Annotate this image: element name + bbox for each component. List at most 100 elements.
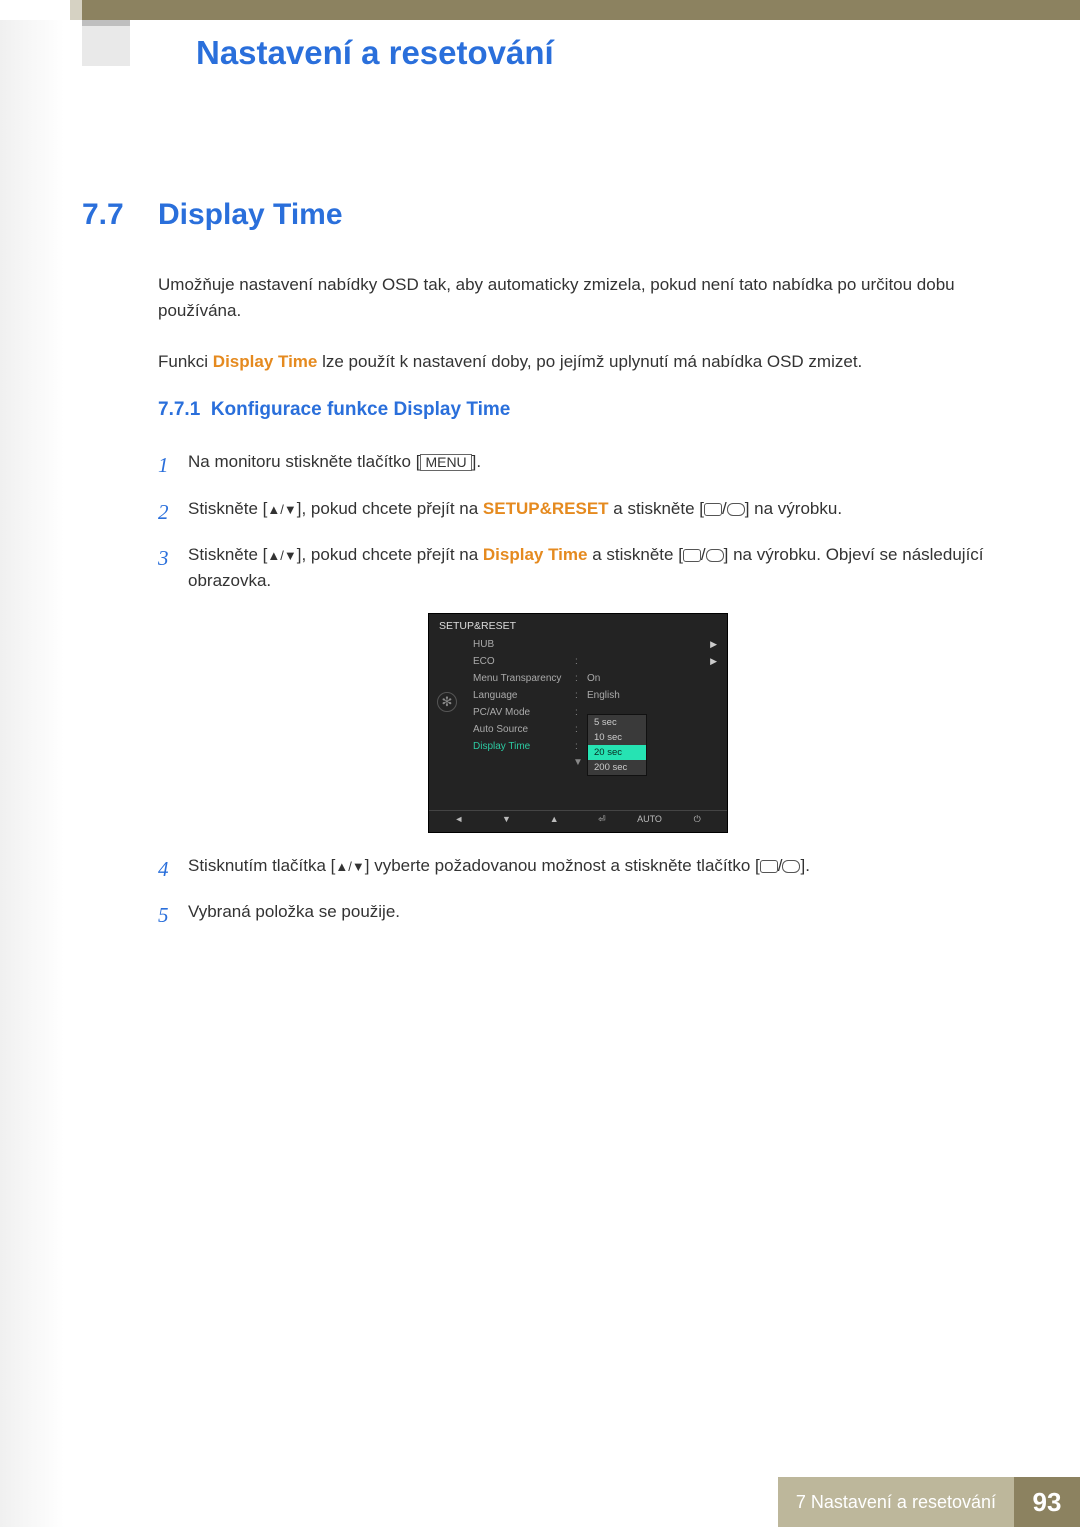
up-down-icon: ▲/▼ — [267, 502, 296, 517]
s2-mid: ], pokud chcete přejít na — [297, 499, 483, 518]
osd-option: 10 sec — [588, 730, 646, 745]
nav-down-icon: ▼ — [483, 814, 531, 824]
s3-pre: Stiskněte [ — [188, 545, 267, 564]
chapter-title: Nastavení a resetování — [196, 34, 554, 72]
osd-option-selected: 20 sec — [588, 745, 646, 760]
osd-row-eco: ECO : ▶ — [429, 653, 727, 670]
enter-button-icon — [706, 549, 724, 562]
step-number: 1 — [158, 449, 188, 482]
osd-header: SETUP&RESET — [429, 614, 727, 636]
osd-option: 200 sec — [588, 760, 646, 775]
auto-label: AUTO — [626, 814, 674, 824]
nav-up-icon: ▲ — [530, 814, 578, 824]
intro2-post: lze použít k nastavení doby, po jejímž u… — [317, 352, 862, 371]
osd-colon: : — [575, 741, 587, 752]
section-title: Display Time — [158, 198, 343, 232]
setup-reset-keyword: SETUP&RESET — [483, 499, 609, 518]
footer-page-number: 93 — [1014, 1477, 1080, 1527]
osd-row-auto-source: Auto Source : — [429, 721, 727, 738]
s3-aft: a stiskněte [ — [587, 545, 682, 564]
osd-option: 5 sec — [588, 715, 646, 730]
header-bar — [82, 0, 1080, 20]
gear-icon: ✻ — [437, 692, 457, 712]
page-left-shadow — [0, 20, 64, 1527]
chevron-down-icon: ▼ — [429, 755, 727, 770]
osd-value: English — [587, 690, 620, 701]
osd-row-display-time: Display Time : — [429, 738, 727, 755]
osd-row-pcav: PC/AV Mode : — [429, 704, 727, 721]
enter-button-icon — [782, 860, 800, 873]
rect-button-icon — [760, 860, 778, 873]
page-footer: 7 Nastavení a resetování 93 — [778, 1477, 1080, 1527]
display-time-keyword: Display Time — [483, 545, 588, 564]
osd-dropdown: 5 sec 10 sec 20 sec 200 sec — [587, 714, 647, 776]
s2-post: ] na výrobku. — [745, 499, 842, 518]
section-heading: 7.7 Display Time — [82, 198, 998, 232]
step-4-text: Stisknutím tlačítka [▲/▼] vyberte požado… — [188, 853, 998, 886]
s2-pre: Stiskněte [ — [188, 499, 267, 518]
section-number: 7.7 — [82, 198, 158, 232]
osd-row-menu-transparency: Menu Transparency : On — [429, 670, 727, 687]
step-number: 3 — [158, 542, 188, 595]
osd-value: On — [587, 673, 600, 684]
step-2-text: Stiskněte [▲/▼], pokud chcete přejít na … — [188, 496, 998, 529]
osd-colon: : — [575, 690, 587, 701]
step-2: 2 Stiskněte [▲/▼], pokud chcete přejít n… — [158, 496, 998, 529]
osd-colon: : — [575, 724, 587, 735]
chevron-right-icon: ▶ — [710, 639, 717, 650]
osd-label: ECO — [473, 656, 575, 667]
osd-label: HUB — [473, 639, 575, 650]
step-5-text: Vybraná položka se použije. — [188, 899, 998, 932]
step-5: 5 Vybraná položka se použije. — [158, 899, 998, 932]
osd-footer: ◄ ▼ ▲ ⏎ AUTO ⏻ — [429, 810, 727, 828]
rect-button-icon — [683, 549, 701, 562]
menu-button-label: MENU — [420, 454, 471, 471]
step-list: 1 Na monitoru stiskněte tlačítko [MENU].… — [158, 449, 998, 932]
step-3-text: Stiskněte [▲/▼], pokud chcete přejít na … — [188, 542, 998, 595]
osd-row-hub: HUB ▶ — [429, 636, 727, 653]
enter-icon: ⏎ — [578, 814, 626, 825]
power-icon: ⏻ — [673, 814, 721, 825]
osd-row-language: Language : English — [429, 687, 727, 704]
osd-colon: : — [575, 656, 587, 667]
s4-post: ]. — [800, 856, 809, 875]
chevron-right-icon: ▶ — [710, 656, 717, 667]
intro2-pre: Funkci — [158, 352, 213, 371]
footer-chapter-label: 7 Nastavení a resetování — [778, 1477, 1014, 1527]
osd-colon: : — [575, 673, 587, 684]
step-3: 3 Stiskněte [▲/▼], pokud chcete přejít n… — [158, 542, 998, 595]
page-content: 7.7 Display Time Umožňuje nastavení nabí… — [82, 198, 998, 946]
nav-left-icon: ◄ — [435, 814, 483, 824]
s4-pre: Stisknutím tlačítka [ — [188, 856, 335, 875]
subsection-number: 7.7.1 — [158, 399, 200, 420]
display-time-keyword: Display Time — [213, 352, 318, 371]
osd-label: PC/AV Mode — [473, 707, 575, 718]
s3-mid: ], pokud chcete přejít na — [297, 545, 483, 564]
s4-mid: ] vyberte požadovanou možnost a stisknět… — [365, 856, 760, 875]
osd-label: Language — [473, 690, 575, 701]
osd-label: Display Time — [473, 741, 575, 752]
step-number: 5 — [158, 899, 188, 932]
osd-label: Menu Transparency — [473, 673, 575, 684]
s1-pre: Na monitoru stiskněte tlačítko [ — [188, 452, 420, 471]
step-1: 1 Na monitoru stiskněte tlačítko [MENU]. — [158, 449, 998, 482]
subsection-heading: 7.7.1 Konfigurace funkce Display Time — [158, 399, 998, 421]
intro-paragraph-2: Funkci Display Time lze použít k nastave… — [158, 349, 998, 375]
s1-post: ]. — [472, 452, 481, 471]
s2-aft: a stiskněte [ — [609, 499, 704, 518]
subsection-title: Konfigurace funkce Display Time — [211, 399, 511, 420]
intro-paragraph-1: Umožňuje nastavení nabídky OSD tak, aby … — [158, 272, 998, 325]
osd-panel: SETUP&RESET ✻ HUB ▶ ECO : ▶ Menu Transpa… — [428, 613, 728, 833]
enter-button-icon — [727, 503, 745, 516]
up-down-icon: ▲/▼ — [267, 548, 296, 563]
header-tab-icon — [82, 20, 130, 66]
step-number: 4 — [158, 853, 188, 886]
osd-label: Auto Source — [473, 724, 575, 735]
step-4: 4 Stisknutím tlačítka [▲/▼] vyberte poža… — [158, 853, 998, 886]
step-1-text: Na monitoru stiskněte tlačítko [MENU]. — [188, 449, 998, 482]
osd-colon: : — [575, 707, 587, 718]
osd-screenshot: SETUP&RESET ✻ HUB ▶ ECO : ▶ Menu Transpa… — [158, 613, 998, 833]
rect-button-icon — [704, 503, 722, 516]
step-number: 2 — [158, 496, 188, 529]
up-down-icon: ▲/▼ — [335, 859, 364, 874]
